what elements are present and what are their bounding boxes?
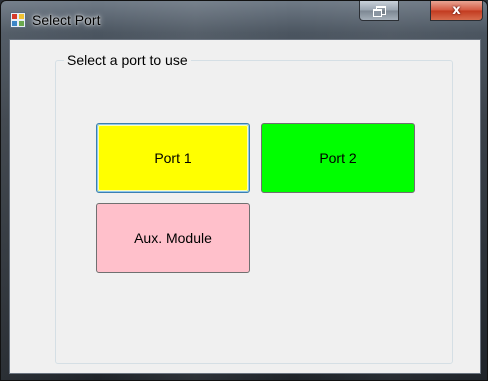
close-button[interactable]: x [430,1,483,21]
port-2-button[interactable]: Port 2 [261,123,415,193]
app-window-icon[interactable] [10,12,26,28]
groupbox-caption: Select a port to use [64,52,191,68]
port-1-button[interactable]: Port 1 [96,123,250,193]
port-1-label: Port 1 [154,150,192,166]
window-title: Select Port [32,12,101,28]
restore-button[interactable] [359,1,399,21]
restore-icon [373,6,386,17]
select-port-window: Select Port x Select a port to use Port … [0,0,488,381]
close-icon: x [452,3,461,18]
aux-module-button[interactable]: Aux. Module [96,203,250,273]
title-bar[interactable]: Select Port x [1,1,487,37]
port-2-label: Port 2 [319,150,357,166]
aux-module-label: Aux. Module [134,230,212,246]
